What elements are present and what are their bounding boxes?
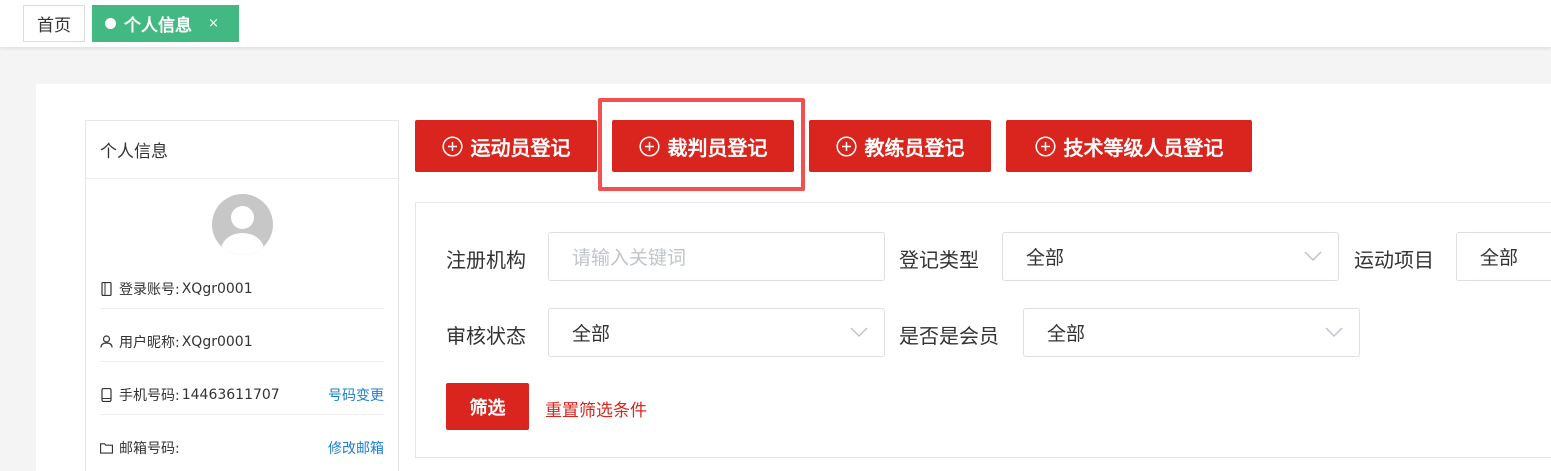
type-select[interactable]: 全部	[1002, 232, 1339, 281]
type-label: 登记类型	[899, 248, 979, 272]
org-search-input[interactable]: 请输入关键词	[548, 232, 885, 281]
org-placeholder: 请输入关键词	[572, 247, 687, 269]
tab-home[interactable]: 首页	[23, 5, 85, 42]
chevron-down-icon	[850, 327, 868, 338]
change-phone-link[interactable]: 号码变更	[328, 385, 384, 405]
nickname-value: XQgr0001	[181, 333, 253, 350]
register-technical-label: 技术等级人员登记	[1063, 135, 1224, 160]
active-dot-icon	[105, 18, 116, 29]
filter-button[interactable]: 筛选	[446, 383, 529, 430]
mobile-icon	[100, 281, 113, 296]
sport-select[interactable]: 全部	[1456, 232, 1551, 281]
account-value: XQgr0001	[181, 280, 253, 297]
profile-title: 个人信息	[86, 121, 398, 179]
tab-close-icon[interactable]: ×	[208, 16, 219, 31]
member-value: 全部	[1047, 323, 1086, 345]
plus-circle-icon	[835, 135, 857, 157]
referee-highlight-frame	[598, 98, 805, 191]
profile-row-account: 登录账号: XQgr0001	[100, 269, 384, 309]
review-label: 审核状态	[446, 324, 526, 348]
review-value: 全部	[572, 323, 611, 345]
user-icon	[100, 335, 113, 349]
nickname-label: 用户昵称:	[119, 334, 180, 351]
profile-row-phone: 手机号码: 14463611707 号码变更	[100, 375, 384, 415]
member-select[interactable]: 全部	[1023, 308, 1360, 357]
plus-circle-icon	[441, 135, 463, 157]
member-label: 是否是会员	[899, 324, 999, 348]
tab-active-label: 个人信息	[124, 16, 192, 36]
email-label: 邮箱号码:	[119, 441, 180, 457]
phone-icon	[100, 387, 113, 402]
change-email-link[interactable]: 修改邮箱	[328, 438, 384, 458]
register-athlete-label: 运动员登记	[470, 135, 571, 160]
profile-row-nickname: 用户昵称: XQgr0001	[100, 322, 384, 362]
chevron-down-icon	[1325, 327, 1343, 338]
register-coach-button[interactable]: 教练员登记	[809, 120, 991, 172]
register-technical-button[interactable]: 技术等级人员登记	[1006, 120, 1252, 172]
profile-card: 个人信息 登录账号: XQgr0001 用户昵称: XQgr0001 手机号码:…	[85, 120, 399, 471]
profile-row-email: 邮箱号码: 修改邮箱	[100, 428, 384, 468]
review-select[interactable]: 全部	[548, 308, 885, 357]
sport-label: 运动项目	[1354, 248, 1434, 272]
tab-personal-info[interactable]: 个人信息 ×	[92, 5, 239, 42]
avatar	[212, 194, 273, 255]
register-athlete-button[interactable]: 运动员登记	[415, 120, 597, 172]
type-value: 全部	[1026, 247, 1065, 269]
tab-home-label: 首页	[37, 16, 71, 36]
chevron-down-icon	[1304, 251, 1322, 262]
filter-button-label: 筛选	[469, 397, 506, 419]
register-coach-label: 教练员登记	[864, 135, 965, 160]
org-label: 注册机构	[446, 248, 526, 272]
folder-icon	[100, 441, 113, 455]
phone-label: 手机号码:	[119, 387, 180, 404]
reset-filters-link[interactable]: 重置筛选条件	[545, 396, 647, 421]
phone-value: 14463611707	[181, 386, 280, 403]
tab-bar: 首页 个人信息 ×	[0, 0, 1551, 47]
sport-value: 全部	[1480, 247, 1519, 269]
plus-circle-icon	[1034, 135, 1056, 157]
account-label: 登录账号:	[119, 281, 180, 298]
